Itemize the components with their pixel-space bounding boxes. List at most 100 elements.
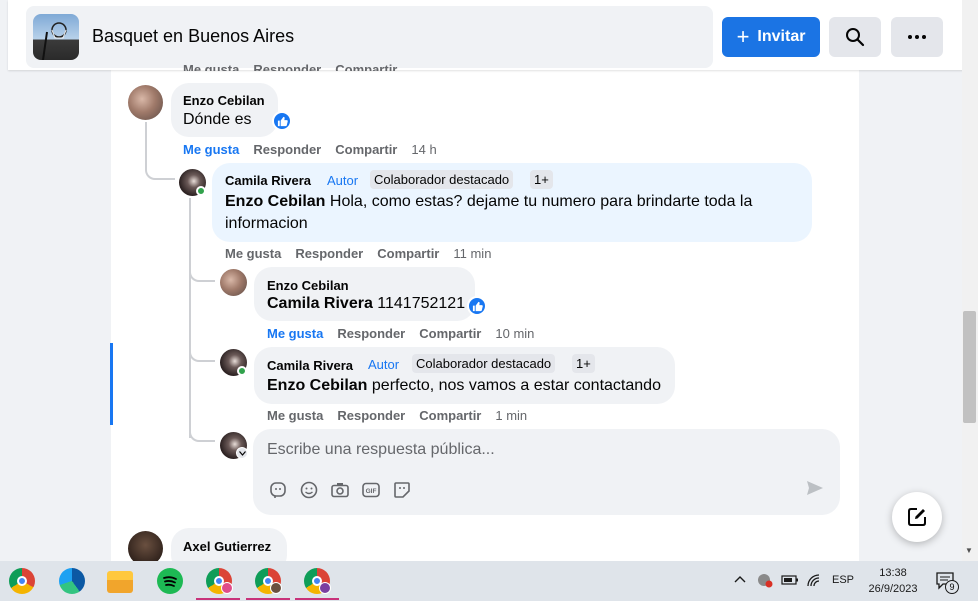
scrollbar-thumb[interactable] [963, 311, 976, 423]
reply-action[interactable]: Responder [337, 408, 405, 423]
comment-actions: Me gusta Responder Compartir 11 min [225, 246, 505, 261]
thread-connector [189, 270, 215, 282]
scroll-down-arrow[interactable]: ▼ [965, 546, 973, 555]
comment-text: Enzo Cebilan Hola, como estas? dejame tu… [225, 191, 795, 235]
chrome-profile-icon[interactable] [255, 568, 282, 594]
chevron-down-icon[interactable] [236, 447, 248, 459]
more-options-button[interactable] [891, 17, 943, 57]
avatar[interactable] [220, 269, 247, 296]
comment-time[interactable]: 10 min [495, 326, 534, 341]
mention[interactable]: Enzo Cebilan [267, 377, 367, 394]
thread-connector [145, 160, 175, 180]
basketball-hoop-icon [42, 22, 67, 60]
comment-text: Dónde es [183, 111, 252, 128]
notification-count-badge: 9 [945, 580, 959, 594]
invite-button[interactable]: + Invitar [722, 17, 820, 57]
comment-time[interactable]: 1 min [495, 408, 527, 423]
group-cover-thumbnail[interactable] [33, 14, 79, 60]
active-app-indicator [246, 598, 290, 600]
top-contributor-badge[interactable]: Colaborador destacado [412, 354, 556, 373]
mention[interactable]: Camila Rivera [267, 295, 373, 312]
chrome-profile-icon[interactable] [304, 568, 331, 594]
comment-text: Camila Rivera 1141752121 [267, 293, 465, 315]
like-action[interactable]: Me gusta [183, 62, 239, 71]
like-action[interactable]: Me gusta [267, 408, 323, 423]
camera-icon[interactable] [329, 479, 350, 500]
highlight-indicator [110, 343, 113, 425]
like-reaction-badge[interactable] [467, 296, 487, 316]
reply-action[interactable]: Responder [253, 142, 321, 157]
plus-icon: + [736, 24, 750, 49]
mention[interactable]: Enzo Cebilan [225, 193, 325, 210]
author-badge: Autor [368, 357, 400, 372]
author-badge: Autor [327, 173, 359, 188]
comment-author[interactable]: Enzo Cebilan [267, 278, 349, 293]
comment-author[interactable]: Axel Gutierrez [183, 539, 271, 554]
like-reaction-badge[interactable] [272, 111, 292, 131]
gif-icon[interactable]: GIF [360, 479, 381, 500]
scrollbar-track[interactable] [962, 0, 978, 561]
reply-action[interactable]: Responder [337, 326, 405, 341]
reply-input-box[interactable]: Escribe una respuesta pública... GIF [253, 429, 840, 515]
comment-author[interactable]: Enzo Cebilan [183, 93, 265, 108]
chevron-up-icon[interactable] [734, 574, 746, 586]
comment-time[interactable]: 11 min [453, 246, 491, 261]
sticker-icon[interactable] [391, 479, 412, 500]
badge-count[interactable]: 1+ [530, 170, 553, 189]
comment-time[interactable]: 14 h [411, 142, 436, 157]
reply-input[interactable]: Escribe una respuesta pública... [267, 441, 495, 459]
thumbs-up-icon [472, 301, 483, 311]
notification-center-button[interactable]: 9 [936, 572, 959, 595]
svg-text:GIF: GIF [365, 488, 376, 495]
like-action[interactable]: Me gusta [225, 246, 281, 261]
reply-toolbar: GIF [267, 479, 412, 500]
reply-action[interactable]: Responder [253, 62, 321, 71]
comment-actions: Me gusta Responder Compartir 14 h [183, 142, 451, 157]
tray-app-icon[interactable] [757, 572, 773, 591]
share-action[interactable]: Compartir [419, 408, 481, 423]
like-action[interactable]: Me gusta [267, 326, 323, 341]
edge-icon[interactable] [59, 568, 85, 594]
new-message-button[interactable] [892, 492, 942, 542]
clock-time: 13:38 [879, 567, 907, 579]
group-name[interactable]: Basquet en Buenos Aires [92, 26, 294, 47]
battery-icon[interactable] [781, 573, 799, 590]
file-explorer-icon[interactable] [107, 571, 133, 593]
comment-actions: Me gusta Responder Compartir 1 min [267, 408, 541, 423]
chrome-icon[interactable] [9, 568, 35, 594]
send-icon[interactable] [806, 479, 824, 502]
search-icon [846, 28, 865, 47]
comment-author[interactable]: Camila Rivera [267, 358, 353, 373]
online-status-indicator [196, 186, 206, 196]
comment-author[interactable]: Camila Rivera [225, 173, 311, 188]
spotify-icon[interactable] [157, 568, 183, 594]
compose-icon [908, 508, 926, 526]
ellipsis-icon [908, 35, 926, 39]
top-contributor-badge[interactable]: Colaborador destacado [370, 170, 514, 189]
share-action[interactable]: Compartir [419, 326, 481, 341]
wifi-icon[interactable] [806, 573, 822, 590]
share-action[interactable]: Compartir [335, 62, 397, 71]
share-action[interactable]: Compartir [335, 142, 397, 157]
thumbs-up-icon [277, 116, 288, 126]
previous-comment-actions: Me gusta Responder Compartir [183, 62, 411, 71]
chrome-profile-icon[interactable] [206, 568, 233, 594]
active-app-indicator [295, 598, 339, 600]
invite-label: Invitar [757, 28, 806, 45]
system-clock[interactable]: 13:38 26/9/2023 [863, 565, 923, 597]
language-indicator[interactable]: ESP [832, 574, 854, 586]
search-button[interactable] [829, 17, 881, 57]
thread-connector [189, 350, 215, 362]
avatar-sticker-icon[interactable] [267, 479, 288, 500]
like-action[interactable]: Me gusta [183, 142, 239, 157]
emoji-icon[interactable] [298, 479, 319, 500]
badge-count[interactable]: 1+ [572, 354, 595, 373]
thread-connector [189, 430, 215, 442]
share-action[interactable]: Compartir [377, 246, 439, 261]
comment-body: 1141752121 [377, 295, 466, 312]
avatar[interactable] [128, 85, 163, 120]
reply-action[interactable]: Responder [295, 246, 363, 261]
clock-date: 26/9/2023 [868, 583, 918, 595]
comment-actions: Me gusta Responder Compartir 10 min [267, 326, 548, 341]
thread-line [189, 198, 191, 438]
